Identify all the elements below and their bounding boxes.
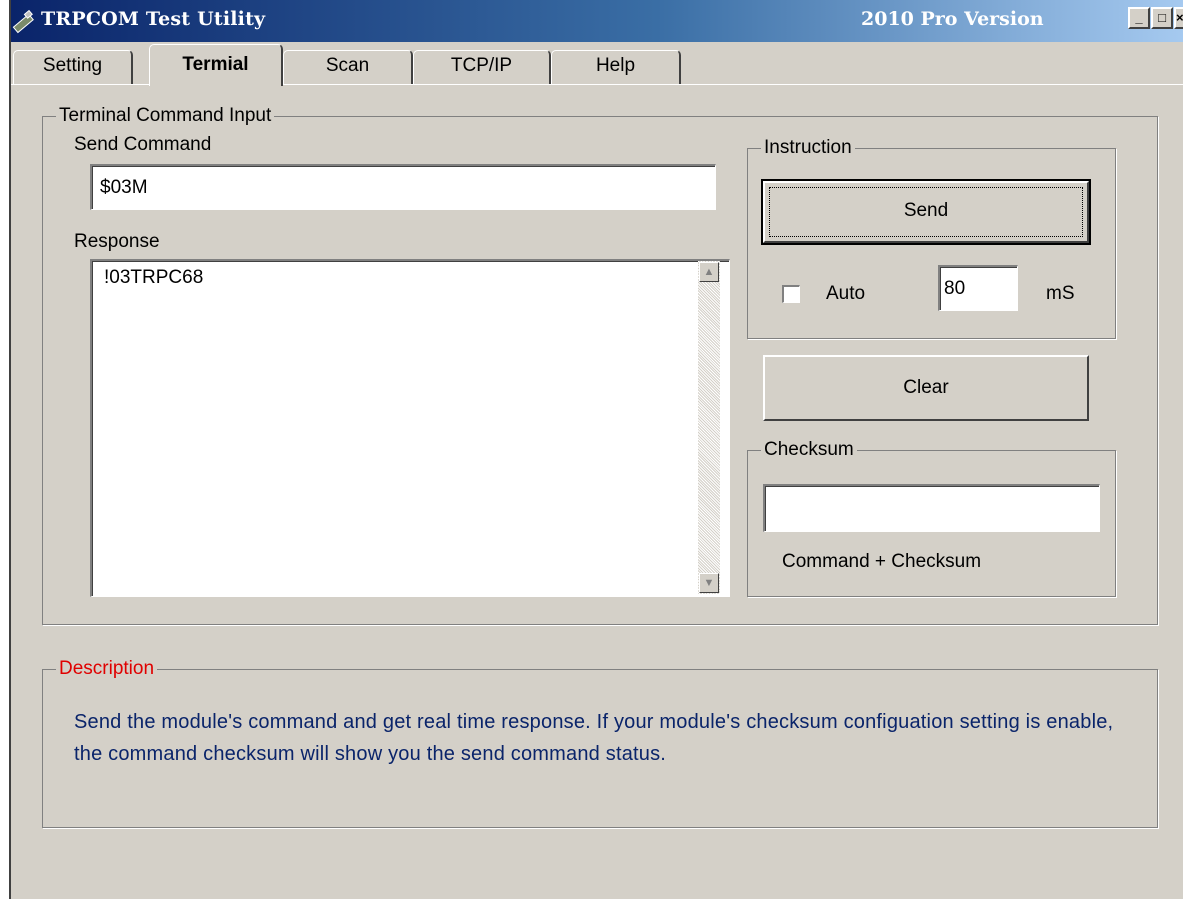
response-textarea[interactable]: !03TRPC68 ▲ ▼ (90, 259, 730, 597)
minimize-button[interactable]: _ (1128, 7, 1150, 29)
maximize-button[interactable]: □ (1151, 7, 1173, 29)
response-text: !03TRPC68 (104, 267, 204, 288)
clear-button-label: Clear (903, 377, 949, 398)
send-command-label: Send Command (74, 134, 212, 155)
auto-label: Auto (826, 283, 866, 304)
instruction-group: Instruction (747, 137, 1116, 339)
version-label: 2010 Pro Version (861, 8, 1044, 30)
description-group: Description Send the module's command an… (42, 658, 1158, 828)
scroll-up-arrow-icon[interactable]: ▲ (699, 262, 719, 282)
checksum-field[interactable] (763, 484, 1100, 532)
tab-help[interactable]: Help (551, 50, 681, 84)
description-text: Send the module's command and get real t… (74, 711, 1114, 765)
scroll-down-arrow-icon[interactable]: ▼ (699, 573, 719, 593)
title-bar[interactable]: TRPCOM Test Utility 2010 Pro Version _ □… (11, 0, 1183, 42)
interval-input[interactable] (938, 265, 1018, 311)
tab-setting[interactable]: Setting (13, 50, 133, 84)
response-label: Response (74, 231, 160, 252)
tab-panel-terminal: Terminal Command Input Send Command Resp… (11, 84, 1183, 900)
focus-ring (769, 187, 1083, 237)
window-title: TRPCOM Test Utility (41, 8, 266, 30)
send-button[interactable]: Send (761, 179, 1091, 245)
description-legend: Description (56, 658, 158, 680)
response-scrollbar[interactable]: ▲ ▼ (698, 261, 720, 594)
tab-terminal[interactable]: Termial (149, 44, 283, 86)
tab-tcpip[interactable]: TCP/IP (413, 50, 551, 84)
tab-label: Help (595, 55, 636, 76)
checksum-group-legend: Checksum (761, 439, 857, 461)
maximize-icon: □ (1158, 10, 1166, 25)
send-command-input[interactable] (90, 164, 716, 210)
close-button[interactable]: × (1174, 7, 1183, 29)
terminal-group-legend: Terminal Command Input (56, 105, 275, 127)
auto-checkbox[interactable] (782, 285, 800, 303)
app-window: TRPCOM Test Utility 2010 Pro Version _ □… (9, 0, 1183, 899)
minimize-icon: _ (1135, 10, 1143, 25)
checksum-caption: Command + Checksum (782, 551, 982, 572)
tab-label: Termial (182, 54, 249, 75)
interval-unit-label: mS (1046, 283, 1075, 304)
tab-label: Setting (42, 55, 103, 76)
tab-scan[interactable]: Scan (283, 50, 413, 84)
clear-button[interactable]: Clear (763, 355, 1089, 421)
instruction-group-legend: Instruction (761, 137, 855, 159)
close-icon: × (1176, 10, 1183, 25)
app-icon (12, 9, 34, 34)
tab-label: Scan (325, 55, 370, 76)
tab-label: TCP/IP (450, 55, 513, 76)
